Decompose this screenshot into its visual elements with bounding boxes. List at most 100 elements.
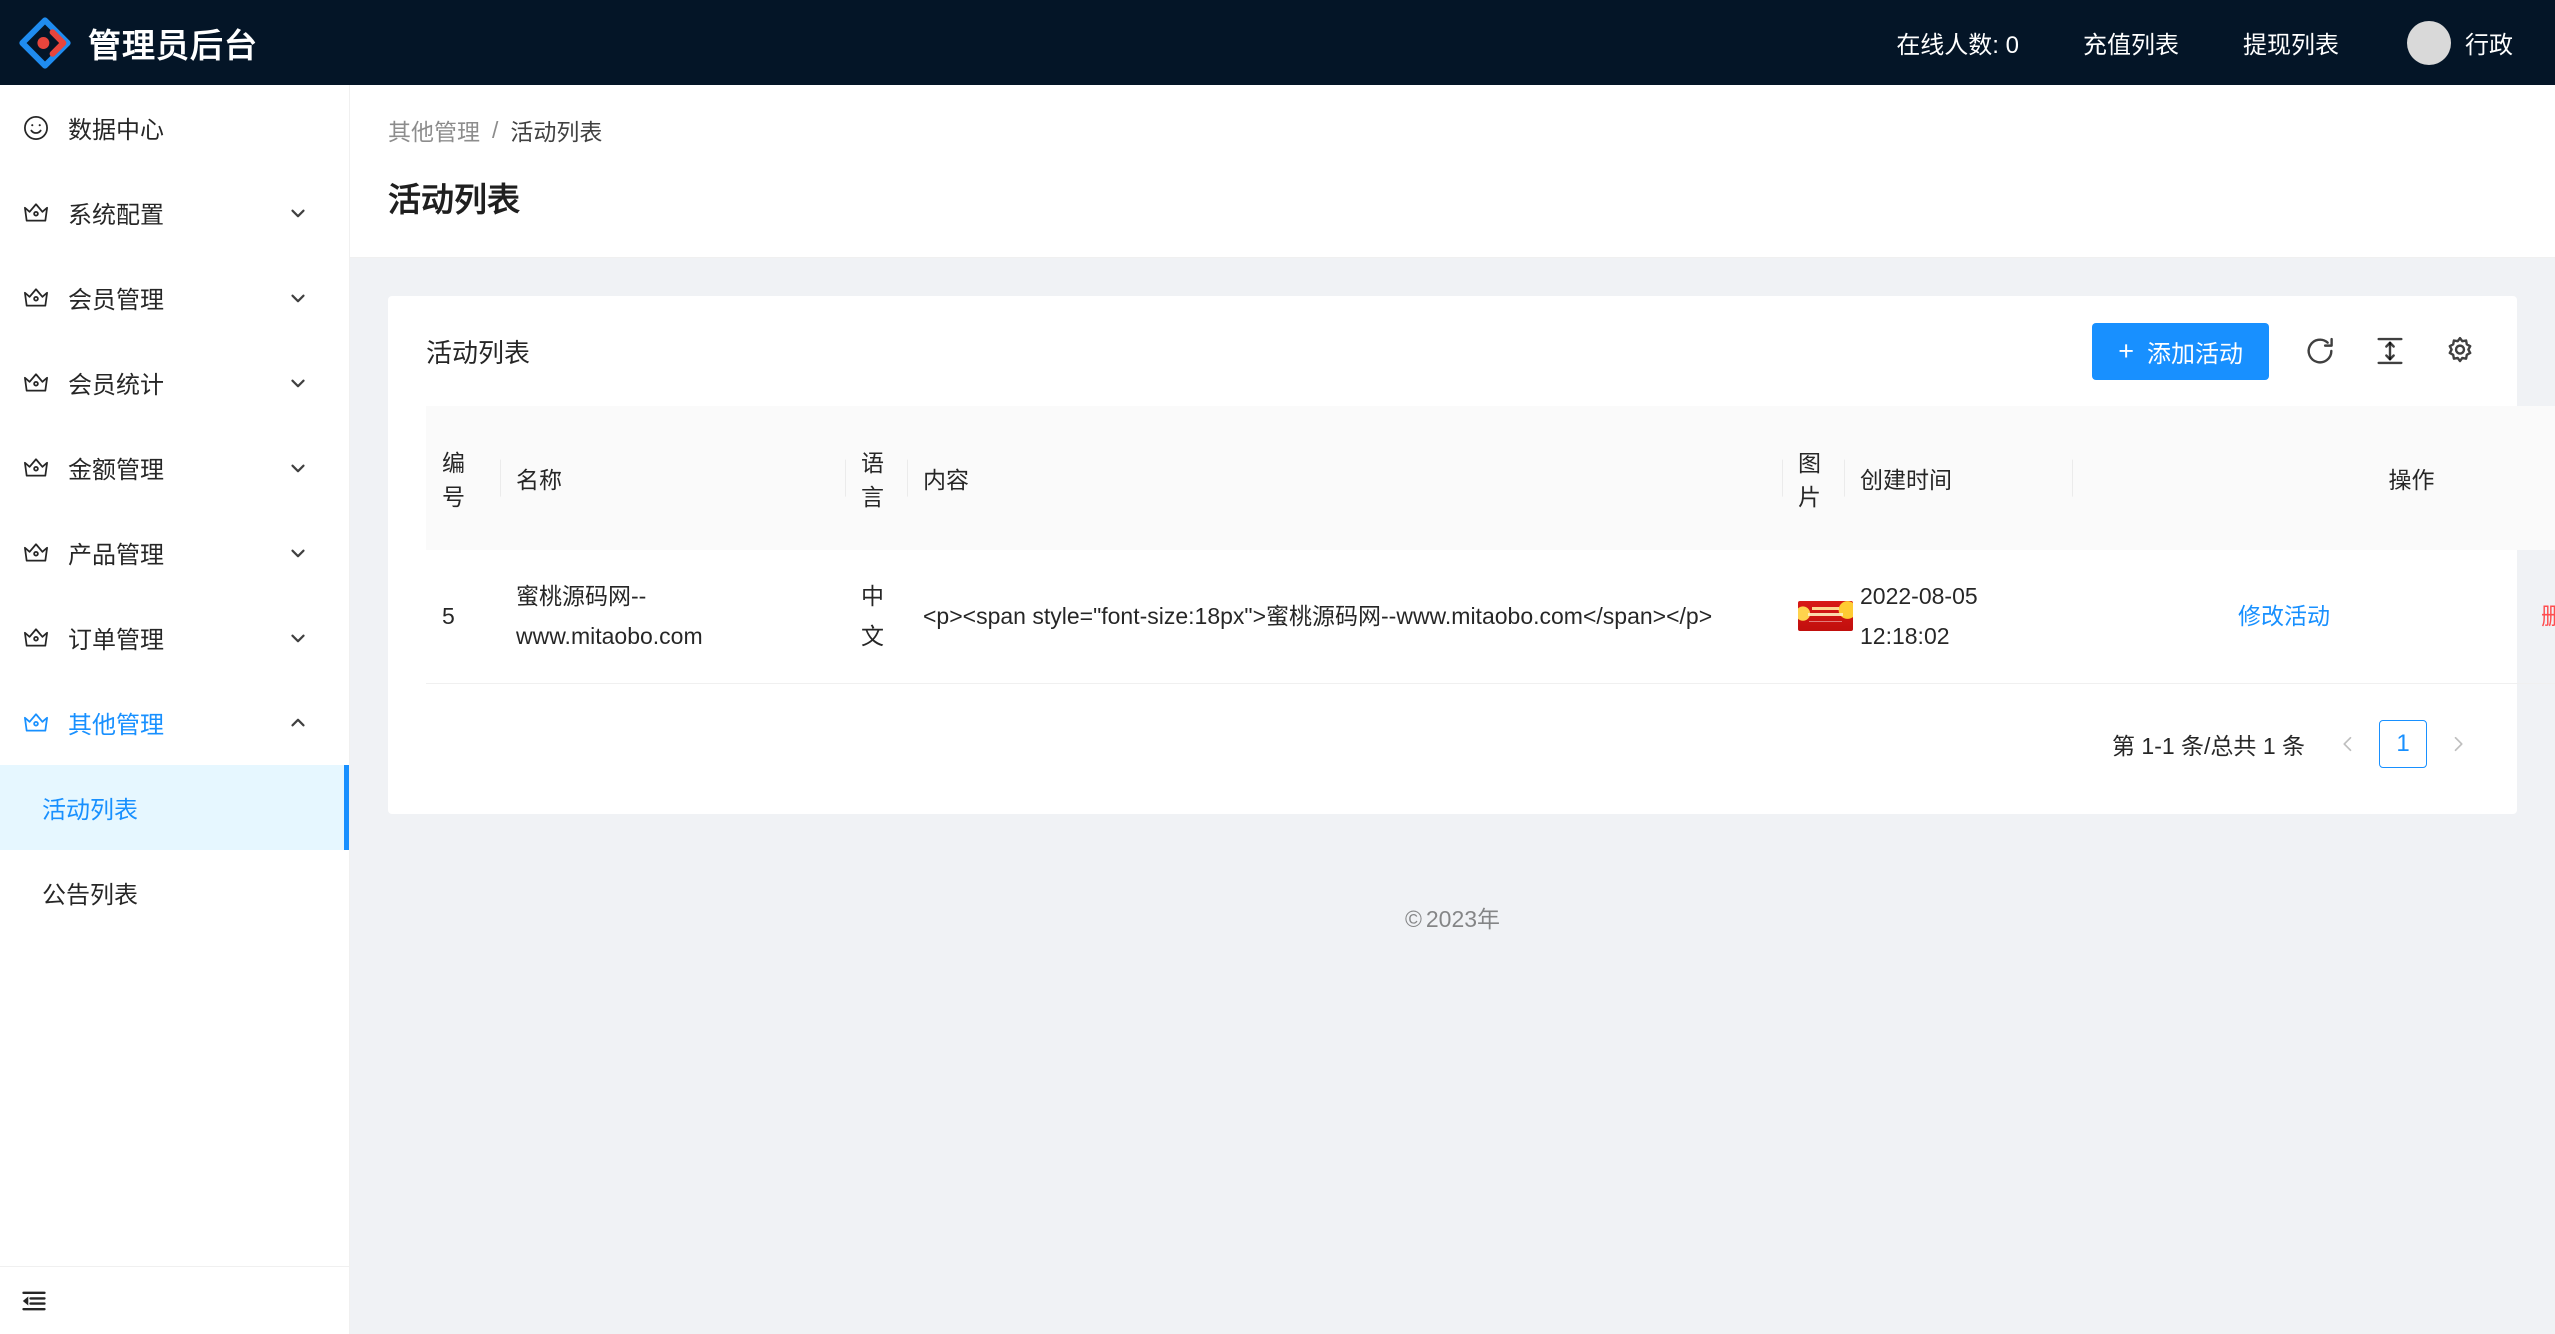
sidebar-item-label: 数据中心 [68,117,164,144]
column-header-name[interactable]: 名称 [500,406,845,550]
sidebar: 数据中心 系统配置 会员管理 会员统计 金额管理 产品管理 订单管理 其他管理 … [0,85,350,1334]
chevron-right-icon [2454,736,2463,751]
smiley-icon [22,114,50,142]
breadcrumb: 其他管理 / 活动列表 [388,113,2555,147]
copyright-text: 2023年 [1425,905,1501,932]
refresh-button[interactable] [2301,332,2339,370]
column-label: 编号 [442,450,465,510]
sidebar-item-label: 会员管理 [68,287,164,314]
edit-activity-link[interactable]: 修改活动 [2238,596,2330,636]
column-label: 名称 [516,467,562,493]
sidebar-item-order-management[interactable]: 订单管理 [0,595,349,680]
column-header-content[interactable]: 内容 [907,406,1782,550]
reload-icon [2307,337,2333,364]
sidebar-item-product-management[interactable]: 产品管理 [0,510,349,595]
sidebar-subitem-label: 活动列表 [42,797,138,824]
column-label: 语言 [861,450,884,510]
sidebar-item-amount-management[interactable]: 金额管理 [0,425,349,510]
plus-icon: + [2118,335,2134,366]
header-actions: 在线人数: 0 充值列表 提现列表 行政 [1864,0,2555,85]
chevron-down-icon[interactable] [287,202,309,224]
column-header-action[interactable]: 操作 [2192,406,2555,550]
column-header-id[interactable]: 编号 [426,406,500,550]
crown-icon [22,199,50,227]
page-title: 活动列表 [388,181,520,218]
crown-icon [22,284,50,312]
recharge-list-link[interactable]: 充值列表 [2051,0,2211,85]
online-count: 在线人数: 0 [1896,32,2019,59]
add-activity-button[interactable]: + 添加活动 [2092,322,2269,380]
pagination-total: 第 1-1 条/总共 1 条 [2112,732,2305,759]
sidebar-subitem-announcement-list[interactable]: 公告列表 [0,850,349,935]
sidebar-item-label: 产品管理 [68,542,164,569]
page-footer: © 2023年 [388,814,2517,934]
chevron-up-icon[interactable] [287,712,309,734]
chevron-down-icon[interactable] [287,287,309,309]
cell-gap [2072,550,2192,684]
sidebar-item-label: 其他管理 [68,712,164,739]
column-header-created-at[interactable]: 创建时间 [1844,406,2072,550]
crown-icon [22,454,50,482]
sidebar-footer [0,1266,349,1334]
column-label: 操作 [2388,467,2435,493]
brand[interactable]: 管理员后台 [0,0,350,85]
cell-name: 蜜桃源码网--www.mitaobo.com [500,550,845,684]
activity-table: 编号 名称 语言 内容 图片 创建时间 操作 5 蜜桃源码网--www.mita… [426,406,2555,684]
column-header-language[interactable]: 语言 [845,406,907,550]
page-header: 其他管理 / 活动列表 活动列表 [350,85,2555,258]
red-banner-thumbnail[interactable] [1798,601,1853,632]
table-header-row: 编号 名称 语言 内容 图片 创建时间 操作 [426,406,2555,550]
crown-icon [22,539,50,567]
cell-image [1782,550,1853,684]
ant-design-logo-icon [19,16,71,69]
table-header: 编号 名称 语言 内容 图片 创建时间 操作 [426,406,2555,550]
sidebar-item-other-management[interactable]: 其他管理 [0,680,349,765]
density-button[interactable] [2371,332,2409,370]
sidebar-menu: 数据中心 系统配置 会员管理 会员统计 金额管理 产品管理 订单管理 其他管理 … [0,85,349,1266]
gear-icon [2448,336,2472,363]
table-body: 5 蜜桃源码网--www.mitaobo.com 中文 <p><span sty… [426,550,2555,684]
content-wrapper: 活动列表 + 添加活动 编号 名称 语言 内容 图片 创建时间 操作 5 蜜桃源… [350,258,2555,934]
column-header-image[interactable]: 图片 [1782,406,1844,550]
pagination: 第 1-1 条/总共 1 条 1 [426,684,2479,814]
withdraw-list-link[interactable]: 提现列表 [2211,0,2371,85]
add-activity-label: 添加活动 [2147,340,2243,368]
sidebar-item-label: 金额管理 [68,457,164,484]
top-header: 管理员后台 在线人数: 0 充值列表 提现列表 行政 [0,0,2555,85]
card-title: 活动列表 [426,337,531,368]
card-header: 活动列表 + 添加活动 [426,296,2479,406]
avatar [2407,20,2451,65]
sidebar-item-member-statistics[interactable]: 会员统计 [0,340,349,425]
chevron-down-icon[interactable] [287,627,309,649]
chevron-down-icon[interactable] [287,542,309,564]
sidebar-subitem-label: 公告列表 [42,882,138,909]
activity-list-card: 活动列表 + 添加活动 编号 名称 语言 内容 图片 创建时间 操作 5 蜜桃源… [388,296,2555,814]
chevron-down-icon[interactable] [287,372,309,394]
column-height-icon [2377,337,2403,365]
sidebar-item-system-config[interactable]: 系统配置 [0,170,349,255]
menu-fold-icon[interactable] [14,1281,54,1321]
pagination-next-button[interactable] [2437,723,2479,765]
breadcrumb-separator: / [492,116,499,143]
main-content: 其他管理 / 活动列表 活动列表 活动列表 + 添加活动 编号 名称 语言 内容… [350,85,2555,1334]
settings-button[interactable] [2441,332,2479,370]
user-name: 行政 [2465,32,2513,59]
sidebar-item-data-center[interactable]: 数据中心 [0,85,349,170]
column-label: 创建时间 [1860,467,1952,493]
crown-icon [22,624,50,652]
pagination-page-1[interactable]: 1 [2379,719,2427,768]
column-label: 内容 [923,467,969,493]
cell-id: 5 [426,550,500,684]
sidebar-subitem-activity-list[interactable]: 活动列表 [0,765,349,850]
brand-title: 管理员后台 [88,26,258,64]
sidebar-item-member-management[interactable]: 会员管理 [0,255,349,340]
user-menu[interactable]: 行政 [2371,0,2513,85]
row-actions: 修改活动 删除 [2208,596,2555,636]
cell-created-at: 2022-08-05 12:18:02 [1844,550,2072,684]
chevron-down-icon[interactable] [287,457,309,479]
pagination-prev-button[interactable] [2327,723,2369,765]
cell-language: 中文 [845,550,907,684]
breadcrumb-parent[interactable]: 其他管理 [388,113,480,147]
chevron-left-icon [2343,736,2352,751]
delete-activity-link[interactable]: 删除 [2541,596,2555,636]
